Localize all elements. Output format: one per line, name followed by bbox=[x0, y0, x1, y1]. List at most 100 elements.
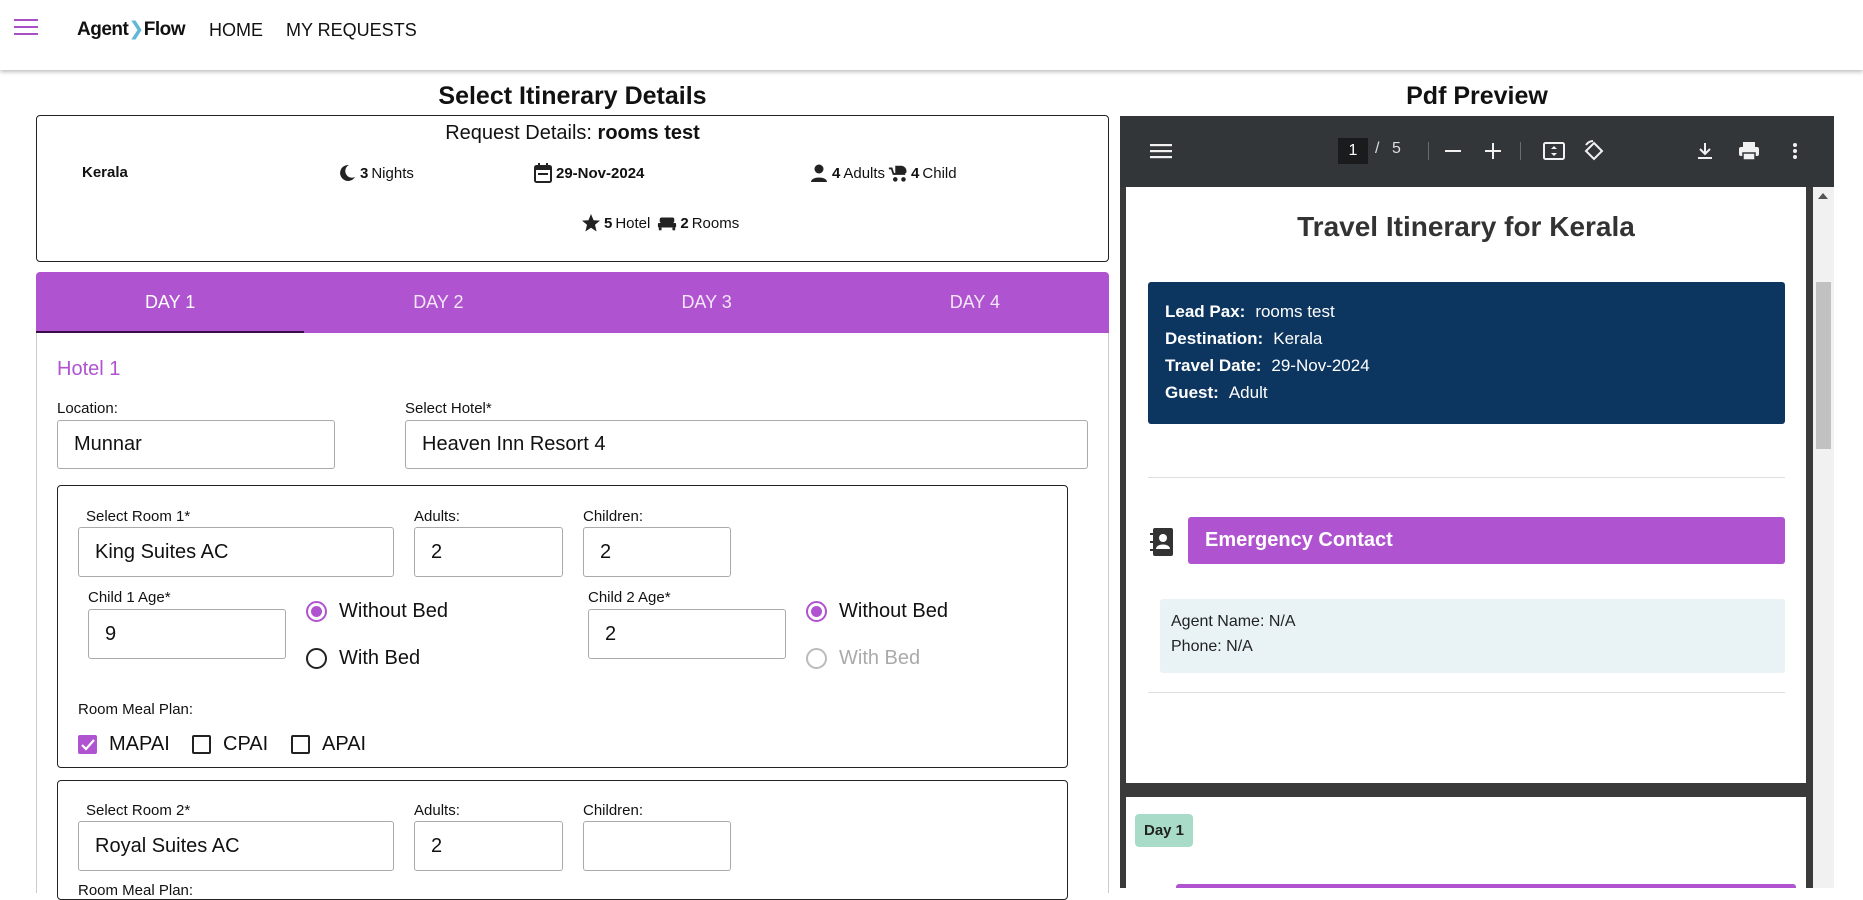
pdf-menu-icon[interactable] bbox=[1146, 136, 1176, 166]
pdf-page-1: Travel Itinerary for Kerala Lead Pax: ro… bbox=[1126, 187, 1806, 783]
top-navbar: Agent❯Flow HOME MY REQUESTS bbox=[0, 0, 1863, 70]
nav-my-requests-link[interactable]: MY REQUESTS bbox=[286, 20, 417, 41]
destination-value: Kerala bbox=[1273, 329, 1323, 348]
hotel-star-count: 5 bbox=[604, 214, 613, 232]
with-bed-label: With Bed bbox=[839, 647, 921, 669]
pdf-page-total: 5 bbox=[1392, 140, 1401, 157]
child-1-without-bed-radio[interactable]: Without Bed bbox=[306, 600, 448, 623]
pdf-preview-title: Pdf Preview bbox=[1406, 82, 1548, 110]
download-icon[interactable] bbox=[1690, 136, 1720, 166]
radio-checked-icon bbox=[306, 601, 327, 622]
print-icon[interactable] bbox=[1734, 136, 1764, 166]
pdf-itinerary-title: Travel Itinerary for Kerala bbox=[1297, 211, 1635, 242]
request-name: rooms test bbox=[597, 122, 700, 144]
room-2-children-field[interactable] bbox=[583, 821, 731, 871]
nights-label: Nights bbox=[371, 164, 414, 182]
child-1-with-bed-radio[interactable]: With Bed bbox=[306, 647, 420, 670]
logo-text-a: Agent bbox=[77, 19, 129, 40]
meal-mapai-label: MAPAI bbox=[109, 733, 170, 755]
location-label: Location: bbox=[57, 400, 118, 417]
itinerary-title: Select Itinerary Details bbox=[438, 82, 707, 110]
pdf-scrollbar[interactable] bbox=[1813, 187, 1834, 888]
emergency-contact-heading: Emergency Contact bbox=[1188, 517, 1785, 564]
without-bed-label: Without Bed bbox=[339, 600, 448, 622]
radio-disabled-icon bbox=[806, 648, 827, 669]
select-hotel-field[interactable]: Heaven Inn Resort 4 bbox=[405, 420, 1088, 469]
tab-day-2[interactable]: DAY 2 bbox=[304, 272, 572, 333]
moon-icon bbox=[337, 163, 357, 183]
scroll-up-arrow-icon[interactable] bbox=[1818, 193, 1828, 199]
pdf-viewer: 1 / 5 Travel Itinerary for Kerala Lead P… bbox=[1120, 116, 1834, 888]
child-count: 4 bbox=[911, 164, 920, 182]
room-2-adults-field[interactable]: 2 bbox=[414, 821, 563, 871]
room-1-children-field[interactable]: 2 bbox=[583, 527, 731, 577]
date-value: 29-Nov-2024 bbox=[556, 164, 645, 182]
day-badge: Day 1 bbox=[1135, 814, 1194, 847]
child-1-age-field[interactable]: 9 bbox=[88, 609, 286, 659]
child-2-without-bed-radio[interactable]: Without Bed bbox=[806, 600, 948, 623]
nights-count: 3 bbox=[360, 164, 369, 182]
radio-unchecked-icon bbox=[306, 648, 327, 669]
adults-label: Adults bbox=[843, 164, 886, 182]
calendar-icon bbox=[533, 163, 553, 183]
pdf-page-input[interactable]: 1 bbox=[1338, 138, 1368, 164]
rotate-icon[interactable] bbox=[1579, 136, 1609, 166]
contact-book-icon bbox=[1150, 527, 1174, 557]
fit-page-icon[interactable] bbox=[1539, 136, 1569, 166]
room-1-meal-plan-label: Room Meal Plan: bbox=[78, 701, 194, 718]
destination-value: Kerala bbox=[82, 164, 128, 181]
logo[interactable]: Agent❯Flow bbox=[77, 18, 186, 41]
tab-day-4[interactable]: DAY 4 bbox=[841, 272, 1109, 333]
child-2-age-field[interactable]: 2 bbox=[588, 609, 786, 659]
adults-count: 4 bbox=[832, 164, 841, 182]
child-2-with-bed-radio[interactable]: With Bed bbox=[806, 647, 920, 670]
guest-value: Adult bbox=[1228, 383, 1268, 402]
destination-item: Kerala bbox=[82, 164, 128, 181]
divider bbox=[1148, 692, 1785, 693]
travel-date-value: 29-Nov-2024 bbox=[1271, 356, 1370, 375]
date-item: 29-Nov-2024 bbox=[533, 163, 644, 183]
destination-key: Destination: bbox=[1165, 329, 1264, 348]
room-1-adults-field[interactable]: 2 bbox=[414, 527, 563, 577]
pdf-toolbar: 1 / 5 bbox=[1120, 116, 1834, 187]
with-bed-label: With Bed bbox=[339, 647, 421, 669]
guest-key: Guest: bbox=[1165, 383, 1219, 402]
meal-cpai-checkbox[interactable]: CPAI bbox=[192, 733, 268, 756]
without-bed-label: Without Bed bbox=[839, 600, 948, 622]
room-1-select-field[interactable]: King Suites AC bbox=[78, 527, 394, 577]
lead-pax-value: rooms test bbox=[1255, 302, 1335, 321]
agent-contact-box: Agent Name: N/A Phone: N/A bbox=[1160, 599, 1785, 673]
menu-icon[interactable] bbox=[14, 19, 38, 37]
meal-mapai-checkbox[interactable]: MAPAI bbox=[78, 733, 170, 756]
zoom-out-icon[interactable] bbox=[1438, 136, 1468, 166]
location-field[interactable]: Munnar bbox=[57, 420, 335, 469]
room-1-children-label: Children: bbox=[583, 508, 644, 525]
stroller-icon bbox=[888, 163, 908, 183]
room-1-select-label: Select Room 1* bbox=[86, 508, 191, 525]
zoom-in-icon[interactable] bbox=[1478, 136, 1508, 166]
child-label: Child bbox=[922, 164, 957, 182]
room-1-adults-label: Adults: bbox=[414, 508, 460, 525]
nav-home-link[interactable]: HOME bbox=[209, 20, 263, 41]
meal-apai-label: APAI bbox=[322, 733, 367, 755]
logo-text-b: Flow bbox=[143, 19, 186, 40]
tab-day-3[interactable]: DAY 3 bbox=[573, 272, 841, 333]
radio-checked-icon bbox=[806, 601, 827, 622]
nights-item: 3 Nights bbox=[337, 163, 414, 183]
tab-day-1[interactable]: DAY 1 bbox=[36, 272, 305, 333]
meal-apai-checkbox[interactable]: APAI bbox=[291, 733, 366, 756]
checkbox-checked-icon bbox=[78, 735, 97, 754]
checkbox-unchecked-icon bbox=[192, 735, 211, 754]
room-2-select-field[interactable]: Royal Suites AC bbox=[78, 821, 394, 871]
hotel-label: Hotel bbox=[615, 214, 651, 232]
hotel-rooms-item: 5 Hotel 2 Rooms bbox=[581, 213, 739, 233]
bed-icon bbox=[657, 213, 677, 233]
more-options-icon[interactable] bbox=[1780, 136, 1810, 166]
rooms-count: 2 bbox=[680, 214, 689, 232]
room-2-children-label: Children: bbox=[583, 802, 644, 819]
logo-chevron-icon: ❯ bbox=[128, 19, 144, 40]
rooms-label: Rooms bbox=[691, 214, 740, 232]
pdf-scroll-thumb[interactable] bbox=[1816, 282, 1831, 449]
hotel-heading: Hotel 1 bbox=[57, 358, 121, 380]
lead-info-box: Lead Pax: rooms test Destination: Kerala… bbox=[1148, 282, 1785, 424]
